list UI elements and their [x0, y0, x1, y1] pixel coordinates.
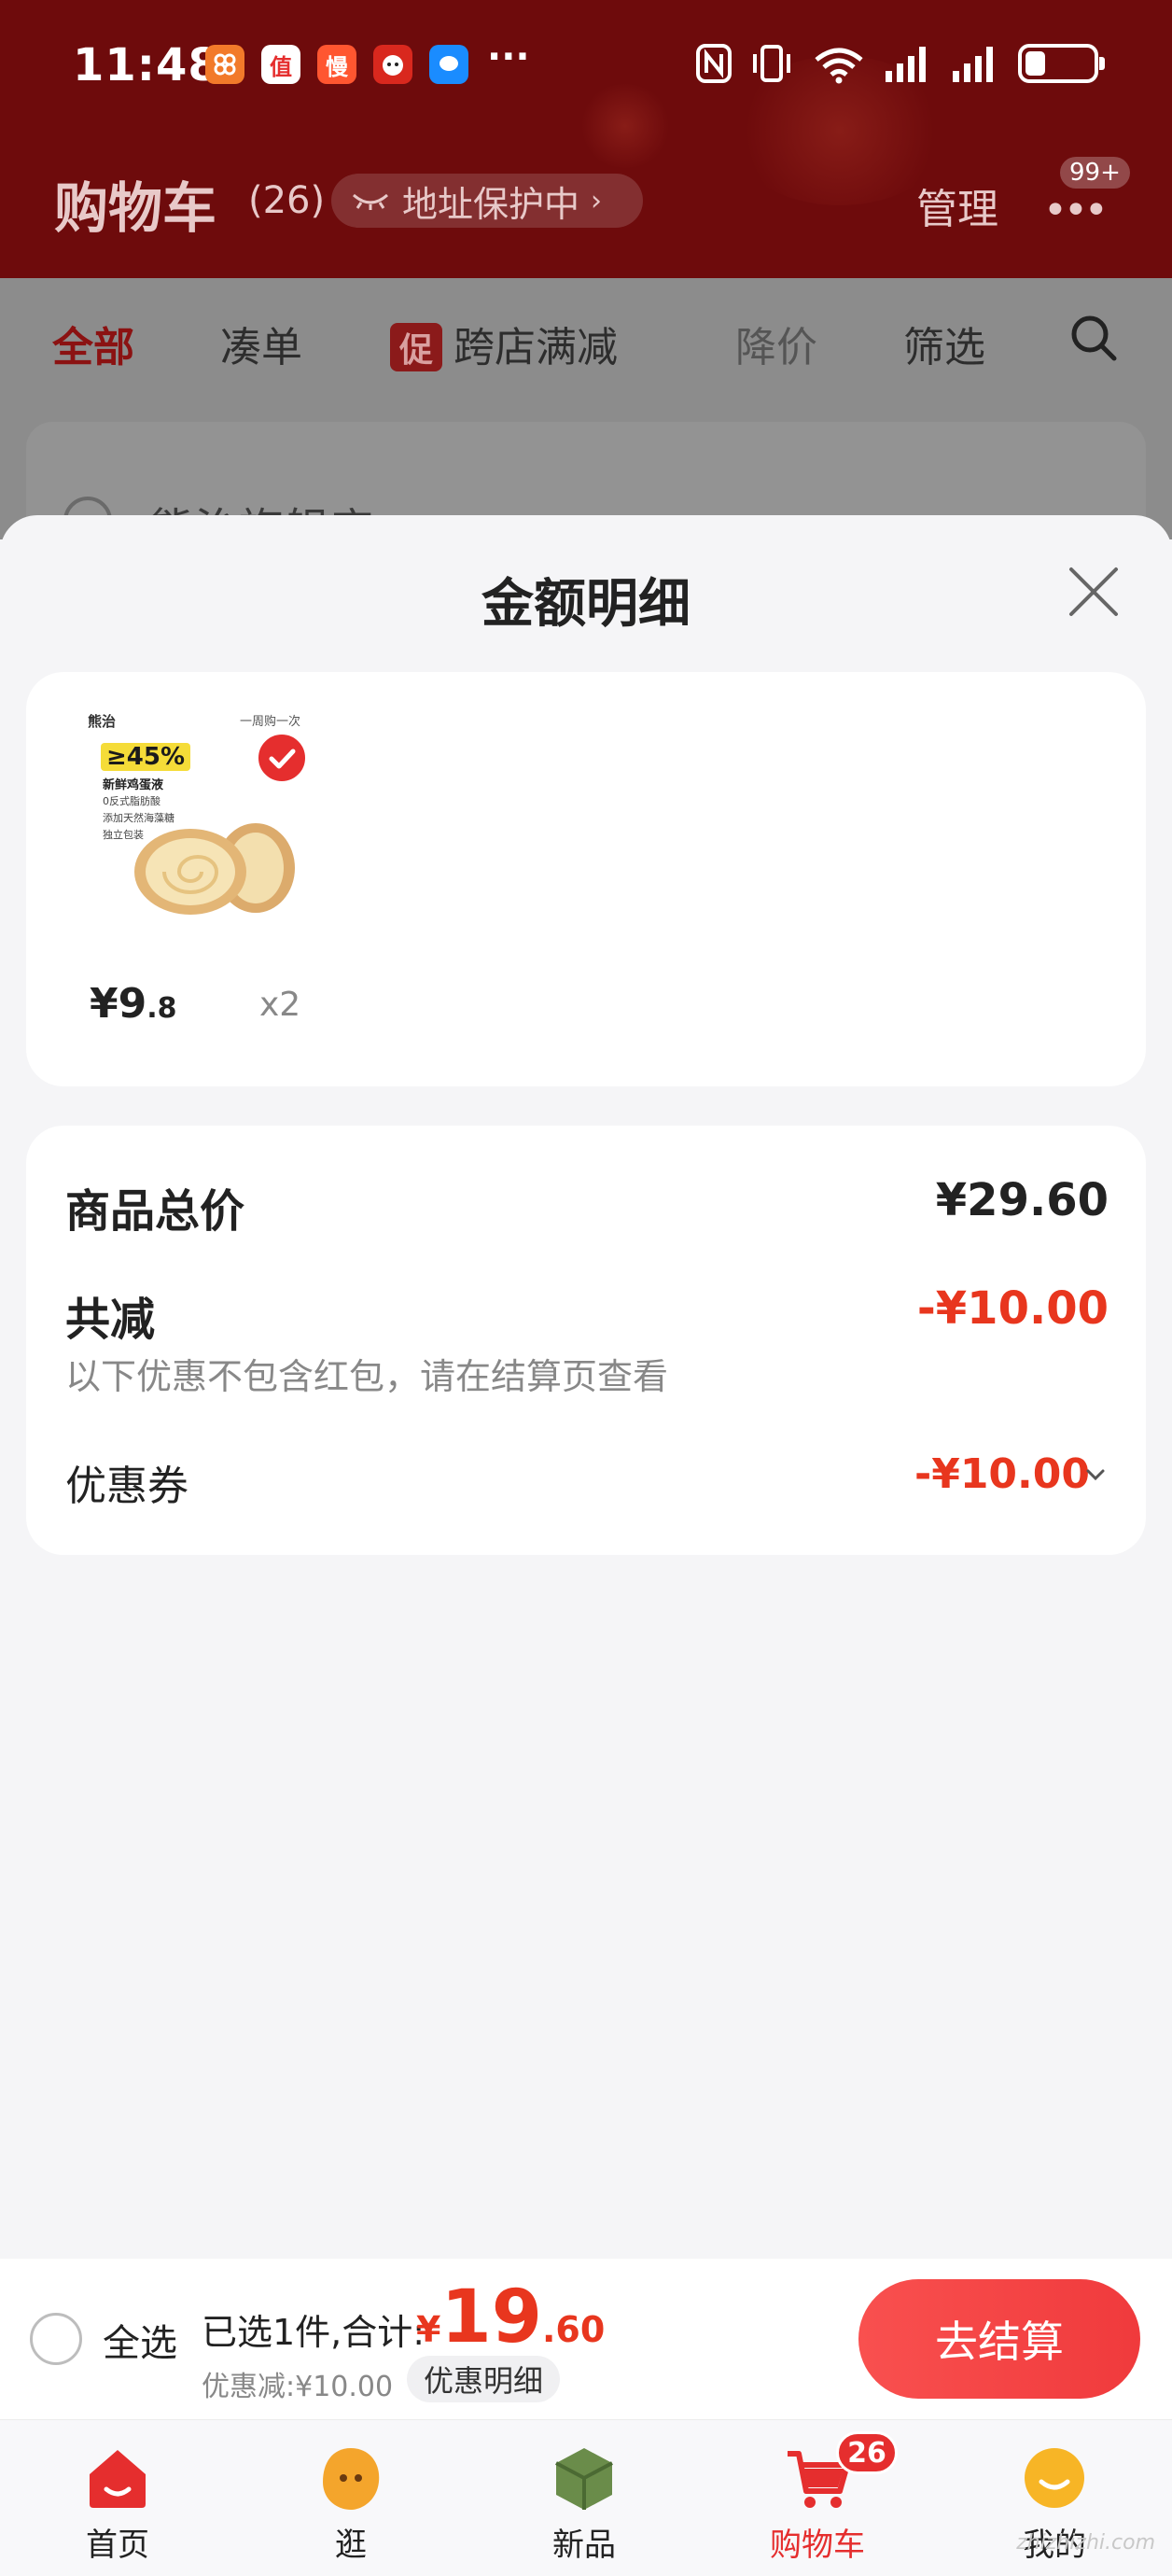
app-icon: 慢	[317, 45, 356, 84]
selected-summary: 已选1件,合计:	[202, 2312, 426, 2353]
nav-label: 新品	[552, 2527, 616, 2564]
browse-icon	[323, 2448, 380, 2510]
eye-closed-icon	[353, 193, 388, 210]
address-protect-pill[interactable]: 地址保护中 ›	[331, 174, 643, 228]
select-all-label[interactable]: 全选	[103, 2313, 177, 2367]
more-menu-icon[interactable]: •••	[1043, 187, 1109, 234]
watermark: zhizhizhi.com	[1016, 2531, 1155, 2555]
home-icon	[90, 2450, 146, 2508]
tab-price-drop[interactable]: 降价	[735, 314, 817, 373]
sheet-title: 金额明细	[481, 574, 691, 635]
product-brand: 熊治	[88, 713, 117, 730]
new-products-icon	[555, 2448, 613, 2510]
chevron-right-icon: ›	[591, 184, 603, 217]
total-price: ¥19.60	[416, 2275, 605, 2359]
nav-label: 首页	[86, 2527, 149, 2564]
cart-count: (26)	[248, 179, 326, 222]
total-small: .60	[542, 2309, 606, 2350]
nav-cart[interactable]: 26 购物车	[743, 2420, 898, 2576]
message-badge: 99+	[1060, 157, 1130, 189]
checkout-button[interactable]: 去结算	[858, 2279, 1140, 2399]
wifi-icon	[815, 48, 863, 84]
tab-cross-store[interactable]: 促跨店满减	[390, 314, 618, 373]
price-summary-card: 商品总价 ¥29.60 共减 -¥10.00 以下优惠不包含红包，请在结算页查看…	[26, 1126, 1146, 1555]
manage-button[interactable]: 管理	[916, 175, 998, 235]
total-price-value: ¥29.60	[935, 1174, 1109, 1226]
status-more-icon: ···	[487, 35, 530, 78]
product-quantity: x2	[259, 986, 301, 1024]
discount-text: 优惠减:¥10.00	[202, 2371, 394, 2403]
battery-icon	[1018, 44, 1105, 83]
system-icons	[695, 43, 1105, 84]
header: 11:48 值 慢 ··· 购物车 (26) 地址保护中 › 管理 ••• 99…	[0, 0, 1172, 278]
tab-combine[interactable]: 凑单	[220, 314, 302, 373]
bottom-nav: 首页 逛 新品 26 购物车 我的	[0, 2419, 1172, 2576]
status-bar: 11:48 值 慢 ···	[0, 0, 1172, 140]
product-card: 熊治 一周购一次 ≥45% 新鲜鸡蛋液 0反式脂肪酸 添加天然海藻糖 独立包装 …	[26, 672, 1146, 1086]
total-big: 19	[440, 2275, 542, 2359]
app-icon	[205, 45, 244, 84]
promo-tag: 促	[390, 323, 443, 371]
checkout-bar: 全选 已选1件,合计: ¥19.60 优惠减:¥10.00 优惠明细 去结算	[0, 2259, 1172, 2419]
app-icon	[429, 45, 468, 84]
nav-label: 购物车	[770, 2527, 865, 2564]
profile-icon	[1025, 2448, 1084, 2508]
product-price-decimal: .8	[146, 992, 177, 1025]
signal-icon	[886, 47, 926, 82]
reduce-label: 共减	[65, 1294, 156, 1346]
select-all-radio[interactable]	[30, 2313, 82, 2365]
battery-level	[1026, 51, 1045, 76]
close-icon[interactable]	[1066, 564, 1122, 620]
tab-cross-store-label: 跨店满减	[453, 324, 619, 371]
product-percent-label: ≥45%	[101, 743, 191, 771]
product-image[interactable]: 熊治 一周购一次 ≥45% 新鲜鸡蛋液 0反式脂肪酸 添加天然海藻糖 独立包装	[86, 707, 308, 924]
discount-detail-button[interactable]: 优惠明细	[407, 2356, 561, 2402]
page-title: 购物车	[54, 176, 217, 240]
cart-badge: 26	[836, 2431, 898, 2474]
coupon-label: 优惠券	[65, 1463, 188, 1510]
nav-new[interactable]: 新品	[509, 2420, 659, 2576]
tab-filter[interactable]: 筛选	[903, 314, 985, 373]
reduce-note: 以下优惠不包含红包，请在结算页查看	[65, 1356, 669, 1397]
product-price: ¥9.8	[90, 980, 177, 1028]
app-icon: 值	[261, 45, 300, 84]
nav-home[interactable]: 首页	[43, 2420, 192, 2576]
nav-browse[interactable]: 逛	[276, 2420, 426, 2576]
product-feature: 0反式脂肪酸	[103, 795, 160, 807]
nav-label: 逛	[335, 2527, 367, 2564]
selected-check-icon	[256, 732, 308, 784]
vibrate-icon	[753, 45, 790, 82]
signal-icon	[953, 47, 993, 82]
product-promo-text: 一周购一次	[239, 715, 300, 729]
coupon-value[interactable]: -¥10.00	[914, 1450, 1090, 1498]
swiss-roll-illustration	[134, 823, 295, 915]
total-yen: ¥	[416, 2309, 441, 2350]
status-time: 11:48	[73, 39, 220, 91]
address-protect-label: 地址保护中	[402, 183, 580, 225]
tab-all[interactable]: 全部	[52, 314, 134, 373]
product-sub-label: 新鲜鸡蛋液	[103, 778, 164, 792]
chevron-down-icon[interactable]	[1084, 1463, 1107, 1486]
reduce-value: -¥10.00	[916, 1282, 1109, 1335]
product-price-int: ¥9	[90, 980, 147, 1028]
total-price-label: 商品总价	[65, 1185, 245, 1238]
nfc-icon	[696, 44, 732, 83]
search-icon[interactable]	[1069, 314, 1118, 362]
app-icon	[373, 45, 412, 84]
